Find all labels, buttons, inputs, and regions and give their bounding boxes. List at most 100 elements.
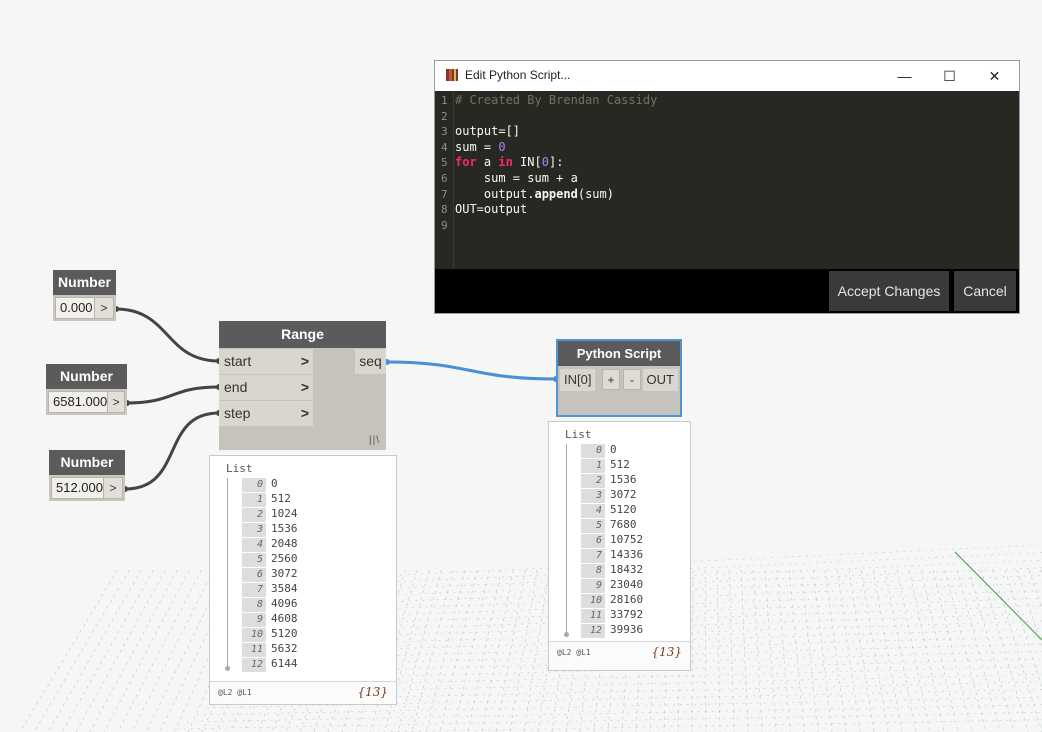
window-title: Edit Python Script...: [465, 68, 571, 82]
list-index: 7: [581, 549, 605, 563]
add-input-button[interactable]: +: [602, 369, 620, 390]
list-index: 12: [242, 658, 266, 672]
node-title[interactable]: Python Script: [558, 341, 680, 366]
list-value: 512: [610, 458, 630, 471]
list-item: 2 1536: [581, 473, 637, 488]
list-value: 4096: [271, 597, 298, 610]
number-value-field[interactable]: 0.000: [55, 297, 95, 319]
list-index: 5: [581, 519, 605, 533]
code-token: ]:: [548, 155, 564, 169]
code-line-3[interactable]: output=[]: [455, 124, 520, 138]
list-item: 6 10752: [581, 533, 644, 548]
node-title[interactable]: Range: [219, 321, 386, 348]
list-index: 6: [581, 534, 605, 548]
list-index: 11: [242, 643, 266, 657]
code-number-token: 0: [541, 155, 549, 169]
number-value-field[interactable]: 6581.000: [48, 391, 109, 413]
number-node-1[interactable]: Number 0.000 >: [53, 270, 116, 321]
list-value: 2560: [271, 552, 298, 565]
tree-line: [566, 444, 567, 634]
number-node-3[interactable]: Number 512.000 >: [49, 450, 125, 501]
list-value: 512: [271, 492, 291, 505]
range-output-preview[interactable]: List 0 0 1 512 2 1024 3 1536 4 2048 5 2560 6 3072 7 358…: [209, 455, 397, 705]
minimize-button[interactable]: —: [882, 61, 927, 91]
list-item: 8 4096: [242, 597, 298, 612]
input-port-in0[interactable]: IN[0]: [560, 369, 596, 391]
node-title[interactable]: Number: [49, 450, 125, 475]
list-item: 1 512: [581, 458, 630, 473]
item-count: {13}: [651, 645, 682, 659]
input-port-step[interactable]: step >: [219, 401, 313, 426]
list-index: 4: [581, 504, 605, 518]
output-port-arrow[interactable]: >: [95, 297, 114, 319]
close-button[interactable]: ✕: [972, 61, 1017, 91]
chevron-right-icon: >: [300, 405, 309, 421]
list-index: 8: [242, 598, 266, 612]
list-value: 10752: [610, 533, 644, 546]
code-token: IN[: [512, 155, 542, 169]
list-item: 00: [242, 477, 278, 492]
list-item: 2 1024: [242, 507, 298, 522]
output-port-out[interactable]: OUT: [642, 369, 678, 391]
list-value: 0: [610, 443, 617, 456]
remove-input-button[interactable]: -: [623, 369, 641, 390]
list-levels[interactable]: @L2 @L1: [218, 688, 252, 697]
list-value: 28160: [610, 593, 644, 606]
code-line-8[interactable]: OUT=output: [455, 202, 527, 216]
maximize-button[interactable]: ☐: [927, 61, 972, 91]
chevron-right-icon: >: [300, 379, 309, 395]
wire-number3-to-step[interactable]: [124, 411, 220, 491]
list-item: 5 2560: [242, 552, 298, 567]
code-keyword-token: for: [455, 155, 477, 169]
title-bar[interactable]: Edit Python Script... — ☐ ✕: [435, 61, 1019, 91]
number-body: 0.000 >: [53, 295, 116, 321]
list-value: 5120: [271, 627, 298, 640]
node-title[interactable]: Number: [46, 364, 127, 389]
item-count: {13}: [357, 685, 388, 699]
python-script-node[interactable]: Python Script IN[0] + - OUT: [556, 339, 682, 417]
list-levels[interactable]: @L2 @L1: [557, 648, 591, 657]
list-value: 6144: [271, 657, 298, 670]
list-item: 3 3072: [581, 488, 637, 503]
python-editor-window[interactable]: Edit Python Script... — ☐ ✕ 1 2 3 4 5 6 …: [434, 60, 1020, 314]
list-value: 1536: [610, 473, 637, 486]
line-number: 4: [441, 141, 448, 154]
number-body: 6581.000 >: [46, 389, 127, 415]
list-value: 1024: [271, 507, 298, 520]
code-line-1[interactable]: # Created By Brendan Cassidy: [455, 93, 657, 107]
code-line-6[interactable]: sum = sum + a: [455, 171, 578, 185]
list-value: 39936: [610, 623, 644, 636]
number-value-field[interactable]: 512.000: [51, 477, 104, 499]
node-title[interactable]: Number: [53, 270, 116, 295]
output-port-arrow[interactable]: >: [104, 477, 123, 499]
range-node[interactable]: Range start > end > step > seq ||\: [219, 321, 386, 450]
preview-title: List: [226, 462, 253, 475]
number-node-2[interactable]: Number 6581.000 >: [46, 364, 127, 415]
input-port-end[interactable]: end >: [219, 375, 313, 400]
line-number: 6: [441, 172, 448, 185]
editor-button-bar: Accept Changes Cancel: [435, 269, 1019, 313]
list-index: 4: [242, 538, 266, 552]
wire-number1-to-start[interactable]: [115, 307, 220, 363]
preview-title: List: [565, 428, 592, 441]
cancel-button[interactable]: Cancel: [954, 271, 1016, 311]
list-value: 5120: [610, 503, 637, 516]
wire-seq-to-in0[interactable]: [386, 360, 557, 381]
line-number-gutter: 1 2 3 4 5 6 7 8 9: [435, 91, 453, 269]
chevron-right-icon: >: [300, 353, 309, 369]
accept-changes-button[interactable]: Accept Changes: [829, 271, 949, 311]
list-value: 4608: [271, 612, 298, 625]
code-line-7[interactable]: output.append(sum): [455, 187, 614, 201]
code-line-5[interactable]: for a in IN[0]:: [455, 155, 563, 169]
wire-number2-to-end[interactable]: [126, 385, 220, 405]
output-port-seq[interactable]: seq: [355, 349, 386, 374]
code-line-4[interactable]: sum = 0: [455, 140, 506, 154]
python-output-preview[interactable]: List 0 0 1 512 2 1536 3 3072 4 5120 5 7680 6 10752 7 14…: [548, 421, 691, 671]
port-label: step: [224, 405, 251, 421]
code-editor[interactable]: 1 2 3 4 5 6 7 8 9 # Created By Brendan C…: [435, 91, 1019, 269]
list-index: 8: [581, 564, 605, 578]
list-value: 14336: [610, 548, 644, 561]
output-port-arrow[interactable]: >: [108, 391, 125, 413]
lacing-icon[interactable]: ||\: [369, 435, 380, 446]
input-port-start[interactable]: start >: [219, 349, 313, 374]
